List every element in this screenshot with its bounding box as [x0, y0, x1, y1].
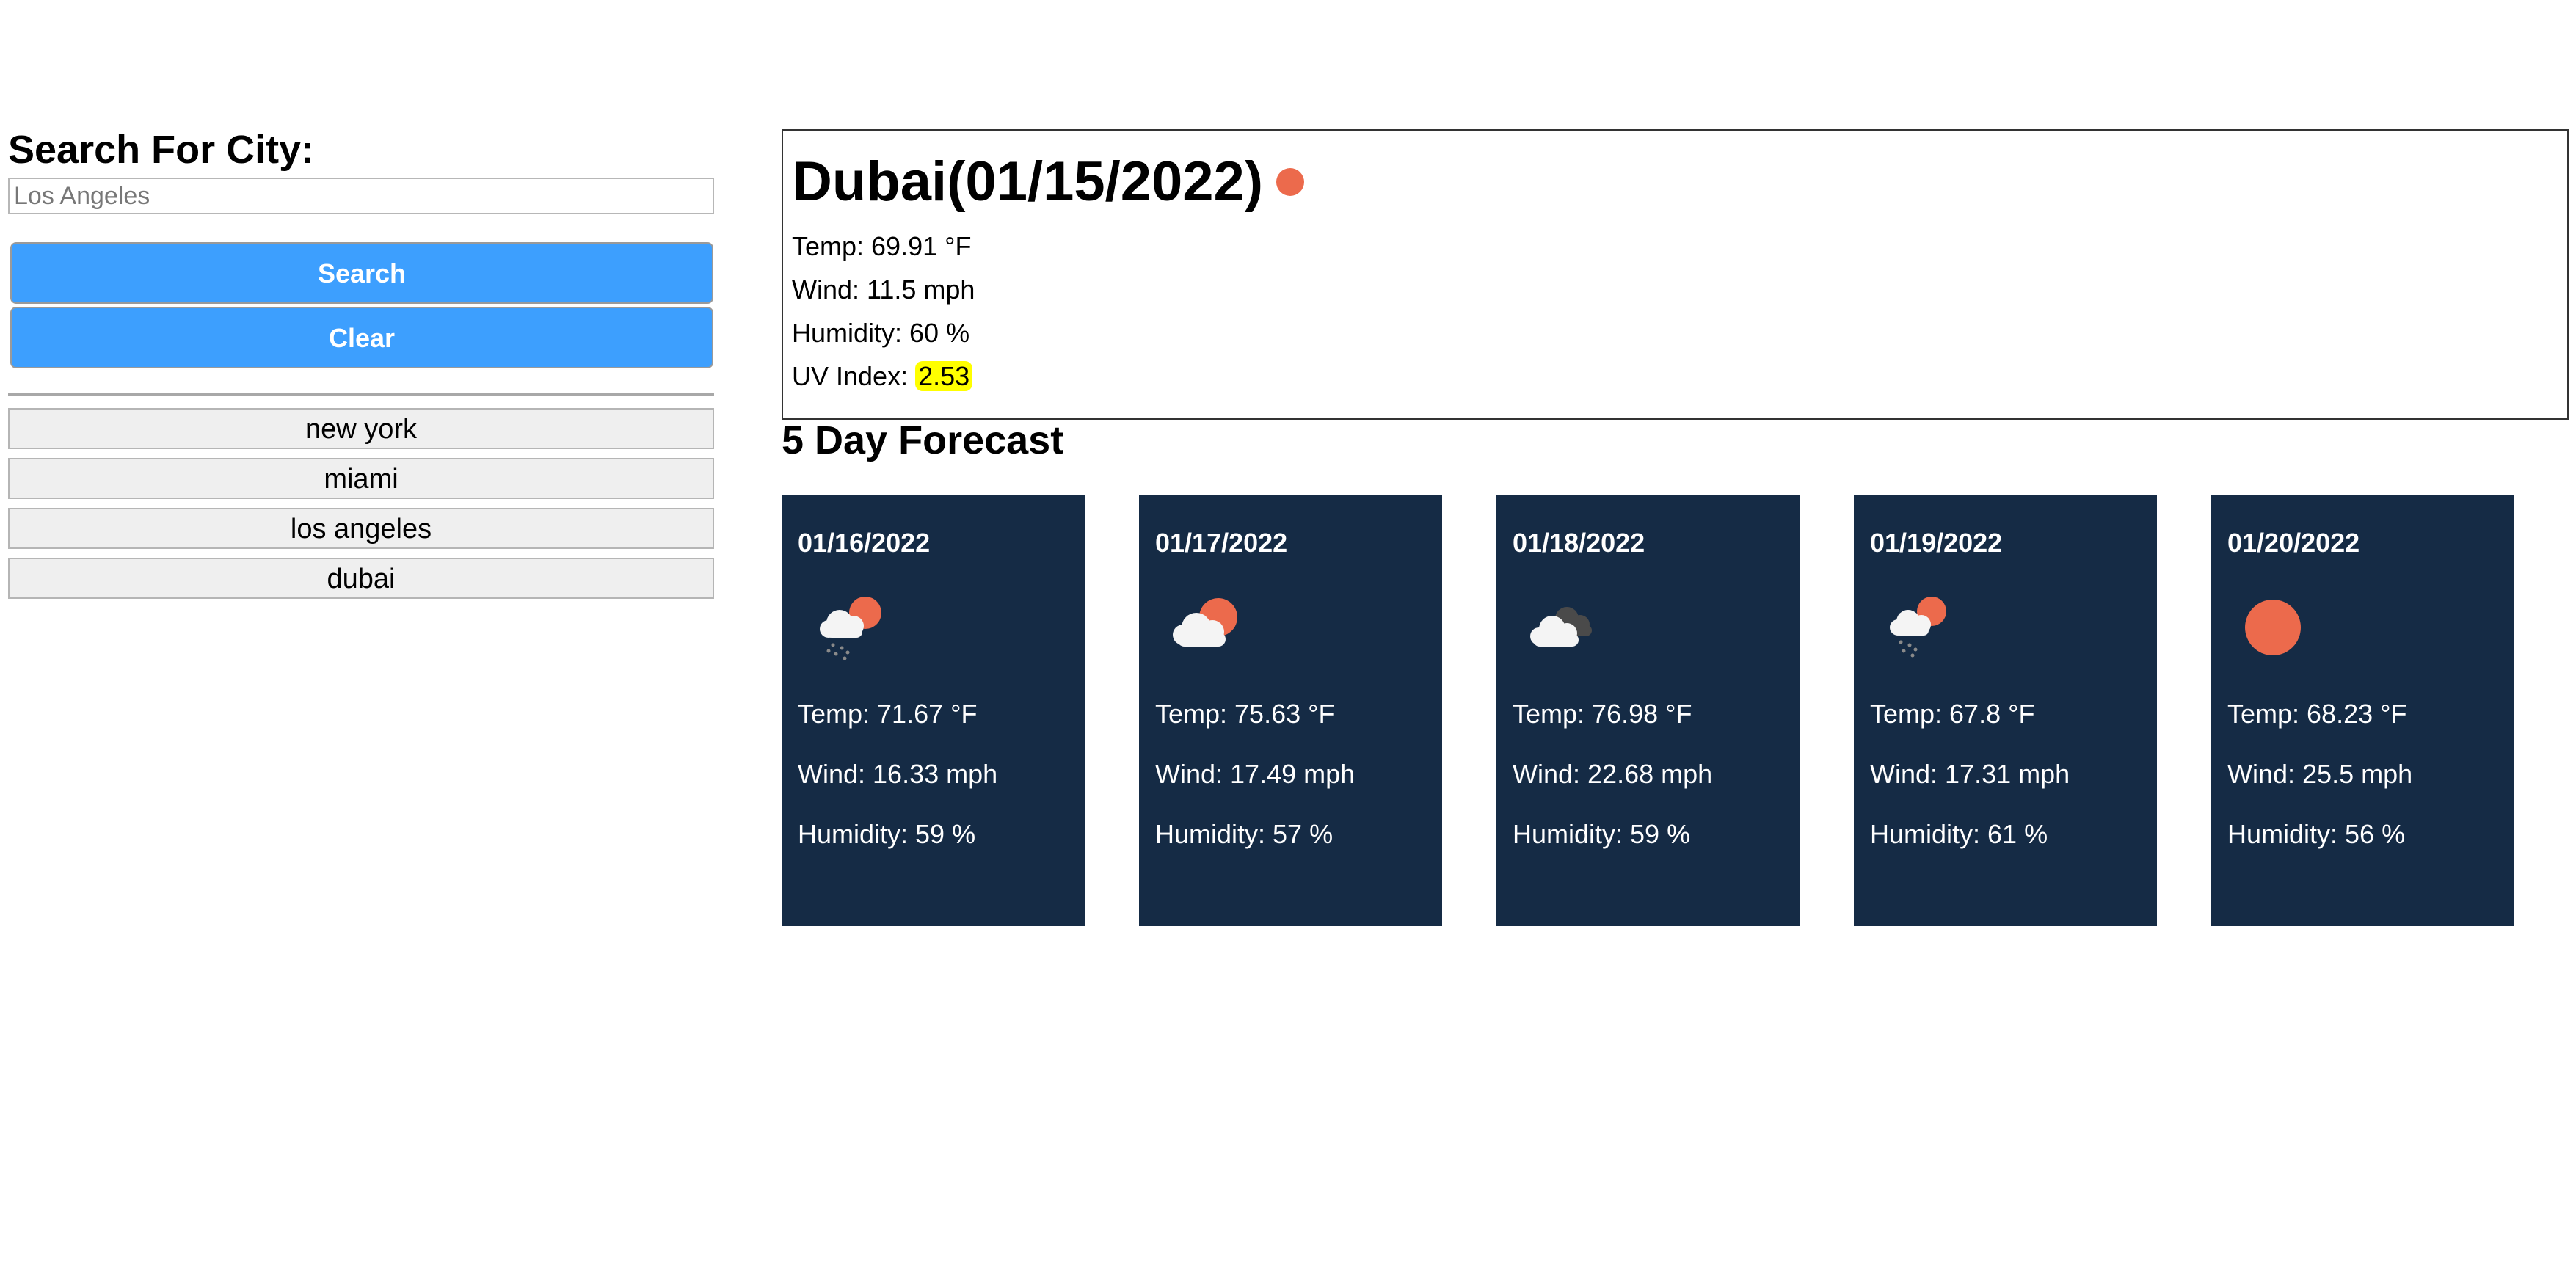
forecast-humidity: Humidity: 61 %	[1870, 819, 2048, 849]
cloud-sun-icon	[1173, 598, 1237, 647]
uv-index-badge: 2.53	[915, 361, 973, 391]
current-temp: Temp: 69.91 °F	[792, 231, 972, 261]
current-city-heading: Dubai(01/15/2022)	[792, 147, 2558, 217]
current-humidity: Humidity: 60 %	[792, 318, 970, 348]
history-item[interactable]: los angeles	[8, 508, 714, 549]
forecast-temp: Temp: 76.98 °F	[1513, 699, 1692, 729]
forecast-card: 01/17/2022 Temp: 75.63 °F Wind: 17.49 mp…	[1139, 495, 1442, 926]
uv-label: UV Index:	[792, 361, 916, 391]
divider	[8, 393, 714, 396]
search-title: Search For City:	[8, 128, 315, 172]
forecast-wind: Wind: 22.68 mph	[1513, 759, 1713, 789]
forecast-card: 01/19/2022 Temp: 67.8 °F Wind: 17.31 mph…	[1854, 495, 2157, 926]
forecast-wind: Wind: 25.5 mph	[2227, 759, 2413, 789]
forecast-wind: Wind: 16.33 mph	[798, 759, 998, 789]
city-search-input[interactable]	[8, 178, 714, 214]
forecast-card: 01/18/2022 Temp: 76.98 °F Wind: 22.68 mp…	[1496, 495, 1800, 926]
forecast-date: 01/20/2022	[2227, 528, 2360, 558]
forecast-temp: Temp: 67.8 °F	[1870, 699, 2035, 729]
current-uv: UV Index: 2.53	[792, 354, 2558, 398]
history-item[interactable]: new york	[8, 408, 714, 449]
forecast-humidity: Humidity: 57 %	[1155, 819, 1334, 849]
search-panel: Search For City: Search Clear new york m…	[8, 125, 714, 608]
forecast-card: 01/16/2022 Temp: 71.67 °F Wind: 16.33 mp…	[782, 495, 1085, 926]
rain-cloud-sun-icon	[820, 597, 881, 660]
forecast-temp: Temp: 75.63 °F	[1155, 699, 1335, 729]
search-button[interactable]: Search	[10, 242, 713, 304]
history-item[interactable]: dubai	[8, 558, 714, 599]
clear-sun-icon	[2245, 600, 2301, 655]
forecast-card: 01/20/2022 Temp: 68.23 °F Wind: 25.5 mph…	[2211, 495, 2514, 926]
forecast-title: 5 Day Forecast	[782, 418, 1064, 462]
rain-cloud-sun-icon	[1890, 597, 1946, 658]
clear-sun-icon	[1276, 168, 1305, 196]
current-wind: Wind: 11.5 mph	[792, 274, 975, 305]
forecast-date: 01/17/2022	[1155, 528, 1288, 558]
forecast-temp: Temp: 71.67 °F	[798, 699, 978, 729]
forecast-humidity: Humidity: 59 %	[798, 819, 976, 849]
forecast-date: 01/18/2022	[1513, 528, 1645, 558]
forecast-humidity: Humidity: 56 %	[2227, 819, 2406, 849]
forecast-humidity: Humidity: 59 %	[1513, 819, 1691, 849]
forecast-date: 01/19/2022	[1870, 528, 2003, 558]
current-weather-panel: Dubai(01/15/2022) Temp: 69.91 °F Wind: 1…	[782, 129, 2569, 420]
forecast-date: 01/16/2022	[798, 528, 931, 558]
forecast-wind: Wind: 17.31 mph	[1870, 759, 2070, 789]
clear-button[interactable]: Clear	[10, 307, 713, 368]
search-history-list: new york miami los angeles dubai	[8, 408, 714, 599]
overcast-clouds-icon	[1530, 607, 1592, 647]
forecast-temp: Temp: 68.23 °F	[2227, 699, 2407, 729]
current-city-title: Dubai(01/15/2022)	[792, 150, 1264, 213]
forecast-wind: Wind: 17.49 mph	[1155, 759, 1356, 789]
history-item[interactable]: miami	[8, 458, 714, 499]
